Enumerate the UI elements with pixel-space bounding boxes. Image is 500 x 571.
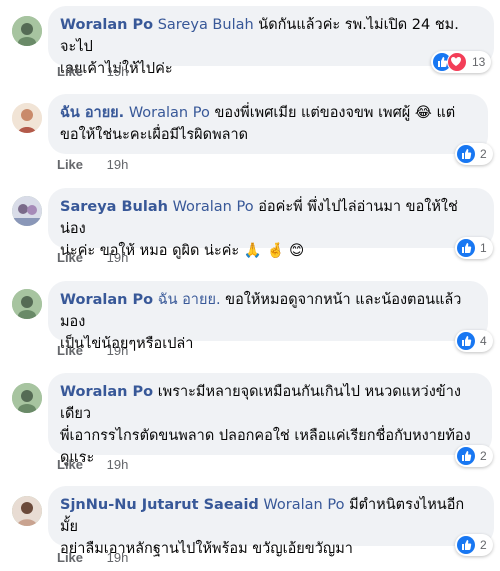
comment-text: ของพี่เพศเมีย แต่ของจขพ เพศผู้ 😂 แต่ [214, 105, 456, 121]
reaction-count: 1 [480, 241, 487, 255]
like-button[interactable]: Like [57, 250, 83, 265]
reaction-summary[interactable]: 2 [455, 534, 493, 556]
mention-link[interactable]: Woralan Po [173, 199, 254, 215]
reaction-summary[interactable]: 2 [455, 143, 493, 165]
avatar[interactable] [12, 16, 42, 46]
like-button[interactable]: Like [57, 157, 83, 172]
like-reaction-icon [457, 332, 475, 350]
like-button[interactable]: Like [57, 64, 83, 79]
like-button[interactable]: Like [57, 343, 83, 358]
reaction-count: 4 [480, 334, 487, 348]
comment-actions: Like 19h [57, 64, 128, 79]
author-name[interactable]: Sareya Bulah [60, 199, 168, 215]
mention-link[interactable]: Woralan Po [129, 105, 210, 121]
reaction-summary[interactable]: 1 [455, 237, 493, 259]
comment-bubble: ฉัน อายย. Woralan Po ของพี่เพศเมีย แต่ขอ… [48, 94, 488, 154]
author-name[interactable]: SjnNu-Nu Jutarut Saeaid [60, 497, 259, 513]
timestamp[interactable]: 19h [107, 64, 129, 79]
reaction-summary[interactable]: 2 [455, 445, 493, 467]
comment-actions: Like 19h [57, 250, 128, 265]
reaction-count: 13 [472, 55, 486, 69]
comment-bubble: Sareya Bulah Woralan Po อ่อค่ะพี่ พึ่งไป… [48, 188, 494, 259]
author-name[interactable]: Woralan Po [60, 17, 153, 33]
timestamp[interactable]: 19h [107, 457, 129, 472]
like-reaction-icon [457, 447, 475, 465]
author-name[interactable]: Woralan Po [60, 384, 153, 400]
mention-link[interactable]: Sareya Bulah [158, 17, 254, 33]
comment-text: ขอให้ใช่นะคะเผื่อมีไรผิดพลาด [60, 127, 249, 143]
like-reaction-icon [457, 536, 475, 554]
like-button[interactable]: Like [57, 550, 83, 565]
comment-bubble: Woralan Po Sareya Bulah นัดกันแล้วค่ะ รพ… [48, 6, 494, 77]
avatar[interactable] [12, 383, 42, 413]
mention-link[interactable]: Woralan Po [263, 497, 344, 513]
avatar[interactable] [12, 289, 42, 319]
avatar[interactable] [12, 103, 42, 133]
avatar[interactable] [12, 496, 42, 526]
like-button[interactable]: Like [57, 457, 83, 472]
comment-bubble: SjnNu-Nu Jutarut Saeaid Woralan Po มีตำห… [48, 486, 494, 557]
mention-link[interactable]: ฉัน อายย. [158, 292, 221, 308]
timestamp[interactable]: 19h [107, 157, 129, 172]
comment-bubble: Woralan Po เพราะมีหลายจุดเหมือนกันเกินไป… [48, 373, 492, 466]
comment-actions: Like 19h [57, 550, 128, 565]
comment-actions: Like 19h [57, 157, 128, 172]
comment-bubble: Woralan Po ฉัน อายย. ขอให้หมอดูจากหน้า แ… [48, 281, 488, 352]
reaction-count: 2 [480, 538, 487, 552]
reaction-count: 2 [480, 449, 487, 463]
timestamp[interactable]: 19h [107, 343, 129, 358]
love-reaction-icon [447, 52, 467, 72]
reaction-count: 2 [480, 147, 487, 161]
reaction-summary[interactable]: 4 [455, 330, 493, 352]
timestamp[interactable]: 19h [107, 550, 129, 565]
author-name[interactable]: ฉัน อายย. [60, 105, 124, 121]
like-reaction-icon [457, 145, 475, 163]
comment-text: พี่เอากรรไกรตัดขนพลาด ปลอกคอใช่ เหลือแค่… [60, 428, 471, 444]
author-name[interactable]: Woralan Po [60, 292, 153, 308]
avatar[interactable] [12, 196, 42, 226]
timestamp[interactable]: 19h [107, 250, 129, 265]
reaction-summary[interactable]: 13 [431, 51, 492, 73]
comment-actions: Like 19h [57, 343, 128, 358]
like-reaction-icon [457, 239, 475, 257]
comment-actions: Like 19h [57, 457, 128, 472]
